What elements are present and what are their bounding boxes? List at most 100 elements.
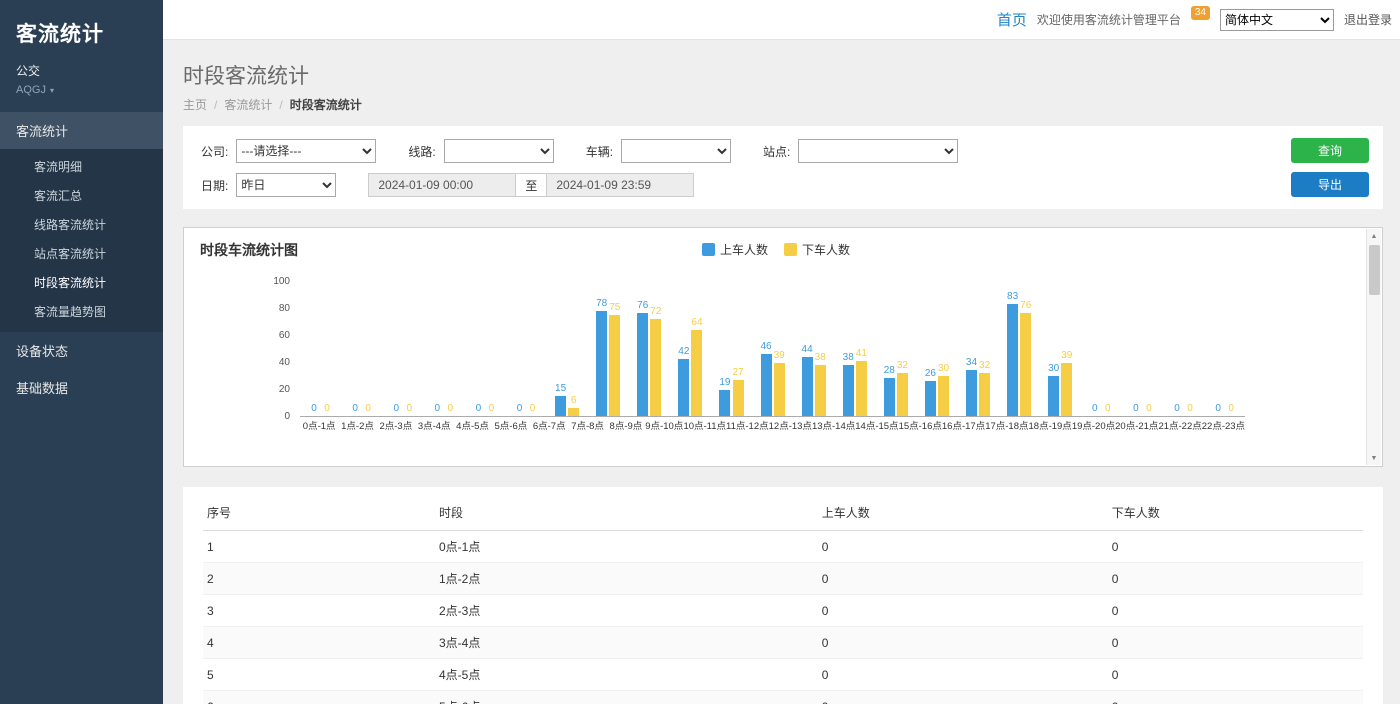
sidebar-subitem[interactable]: 客流明细 xyxy=(0,152,163,181)
chart-legend: 上车人数下车人数 xyxy=(200,241,1352,258)
scroll-down-icon[interactable]: ▼ xyxy=(1371,451,1378,465)
bar xyxy=(1048,376,1059,417)
bar-group: 1927 xyxy=(711,282,752,416)
line-select[interactable] xyxy=(444,139,554,163)
vehicle-select[interactable] xyxy=(621,139,731,163)
sidebar-subitem[interactable]: 站点客流统计 xyxy=(0,239,163,268)
x-tick-label: 8点-9点 xyxy=(607,420,645,433)
date-filter: 日期: 昨日 xyxy=(201,173,336,197)
sidebar-item-passenger-stats[interactable]: 客流统计 xyxy=(0,112,163,149)
bar-group: 4639 xyxy=(752,282,793,416)
bar-value-label: 38 xyxy=(815,352,826,363)
bar xyxy=(856,361,867,416)
export-button[interactable]: 导出 xyxy=(1291,172,1369,197)
legend-item[interactable]: 上车人数 xyxy=(702,241,768,258)
sidebar-item-base-data[interactable]: 基础数据 xyxy=(0,369,163,406)
company-select[interactable]: ---请选择--- xyxy=(236,139,376,163)
chart-scrollbar[interactable]: ▲ ▼ xyxy=(1366,229,1381,465)
breadcrumb: 主页/客流统计/时段客流统计 xyxy=(183,96,1383,113)
bar-group: 00 xyxy=(1163,282,1204,416)
table-header-row: 序号时段上车人数下车人数 xyxy=(203,495,1363,531)
line-label: 线路: xyxy=(408,143,435,160)
table-cell: 0 xyxy=(1108,595,1363,627)
bar-group: 4438 xyxy=(793,282,834,416)
topbar: 首页 欢迎使用客流统计管理平台 34 简体中文 退出登录 xyxy=(163,0,1400,40)
station-label: 站点: xyxy=(763,143,790,160)
bar-group: 00 xyxy=(464,282,505,416)
org-code-dropdown[interactable]: AQGJ▾ xyxy=(0,81,163,112)
scrollbar-thumb[interactable] xyxy=(1369,245,1380,295)
sidebar-item-device-status[interactable]: 设备状态 xyxy=(0,332,163,369)
x-tick-label: 9点-10点 xyxy=(645,420,683,433)
logout-link[interactable]: 退出登录 xyxy=(1344,11,1392,28)
bar-value-label: 28 xyxy=(884,365,895,376)
bar-group: 00 xyxy=(300,282,341,416)
scroll-up-icon[interactable]: ▲ xyxy=(1371,229,1378,243)
chart-x-labels: 0点-1点1点-2点2点-3点3点-4点4点-5点5点-6点6点-7点7点-8点… xyxy=(300,420,1245,433)
bar-value-label: 0 xyxy=(530,403,536,414)
legend-swatch-icon xyxy=(702,243,715,256)
x-tick-label: 17点-18点 xyxy=(985,420,1028,433)
x-tick-label: 7点-8点 xyxy=(568,420,606,433)
date-from-input[interactable] xyxy=(368,173,516,197)
table-row: 21点-2点00 xyxy=(203,563,1363,595)
x-tick-label: 20点-21点 xyxy=(1115,420,1158,433)
sidebar-submenu: 客流明细客流汇总线路客流统计站点客流统计时段客流统计客流量趋势图 xyxy=(0,149,163,332)
bar-value-label: 27 xyxy=(732,367,743,378)
date-to-input[interactable] xyxy=(546,173,694,197)
x-tick-label: 16点-17点 xyxy=(942,420,985,433)
bar xyxy=(637,313,648,416)
bar-value-label: 0 xyxy=(435,403,441,414)
bar xyxy=(555,396,566,416)
breadcrumb-current: 时段客流统计 xyxy=(290,98,362,112)
bar-group: 00 xyxy=(505,282,546,416)
table-cell: 3点-4点 xyxy=(435,627,818,659)
line-filter: 线路: xyxy=(408,139,553,163)
bar xyxy=(815,365,826,416)
table-row: 32点-3点00 xyxy=(203,595,1363,627)
x-tick-label: 13点-14点 xyxy=(812,420,855,433)
bar-value-label: 42 xyxy=(678,346,689,357)
bar-group: 00 xyxy=(1081,282,1122,416)
bar-value-label: 41 xyxy=(856,348,867,359)
app-title: 客流统计 xyxy=(0,0,163,60)
bar-group: 42 64 xyxy=(670,282,711,416)
table-cell: 5点-6点 xyxy=(435,691,818,704)
station-select[interactable] xyxy=(798,139,958,163)
sidebar-subitem[interactable]: 线路客流统计 xyxy=(0,210,163,239)
bar-group: 156 xyxy=(547,282,588,416)
table-cell: 2点-3点 xyxy=(435,595,818,627)
language-select[interactable]: 简体中文 xyxy=(1220,9,1334,31)
breadcrumb-home[interactable]: 主页 xyxy=(183,98,207,112)
legend-item[interactable]: 下车人数 xyxy=(784,241,850,258)
table-cell: 0 xyxy=(818,627,1108,659)
x-tick-label: 0点-1点 xyxy=(300,420,338,433)
notification-badge[interactable]: 34 xyxy=(1191,6,1210,20)
main-area: 首页 欢迎使用客流统计管理平台 34 简体中文 退出登录 时段客流统计 主页 / 客… xyxy=(163,0,1400,704)
table-body: 10点-1点0021点-2点0032点-3点0043点-4点0054点-5点00… xyxy=(203,531,1363,704)
table-header-cell: 下车人数 xyxy=(1108,495,1363,531)
table-header-cell: 上车人数 xyxy=(818,495,1108,531)
data-table: 序号时段上车人数下车人数 10点-1点0021点-2点0032点-3点0043点… xyxy=(203,495,1363,704)
sidebar-subitem[interactable]: 客流量趋势图 xyxy=(0,297,163,326)
home-link[interactable]: 首页 xyxy=(997,9,1027,30)
query-button[interactable]: 查询 xyxy=(1291,138,1369,163)
bar-value-label: 64 xyxy=(691,317,702,328)
bar-group: 8376 xyxy=(999,282,1040,416)
bar-value-label: 0 xyxy=(1092,403,1098,414)
bar-value-label: 0 xyxy=(1105,403,1111,414)
table-cell: 0 xyxy=(1108,563,1363,595)
table-cell: 1 xyxy=(203,531,435,563)
bar xyxy=(719,390,730,416)
date-preset-select[interactable]: 昨日 xyxy=(236,173,336,197)
bar-value-label: 0 xyxy=(1146,403,1152,414)
table-cell: 3 xyxy=(203,595,435,627)
sidebar-subitem[interactable]: 客流汇总 xyxy=(0,181,163,210)
sidebar-subitem[interactable]: 时段客流统计 xyxy=(0,268,163,297)
x-tick-label: 18点-19点 xyxy=(1029,420,1072,433)
breadcrumb-passenger-stats[interactable]: 客流统计 xyxy=(224,98,272,112)
bar-value-label: 0 xyxy=(352,403,358,414)
bar-value-label: 76 xyxy=(1020,300,1031,311)
breadcrumb-separator: / xyxy=(214,98,217,112)
chart-y-axis: 020406080100 xyxy=(200,282,300,417)
